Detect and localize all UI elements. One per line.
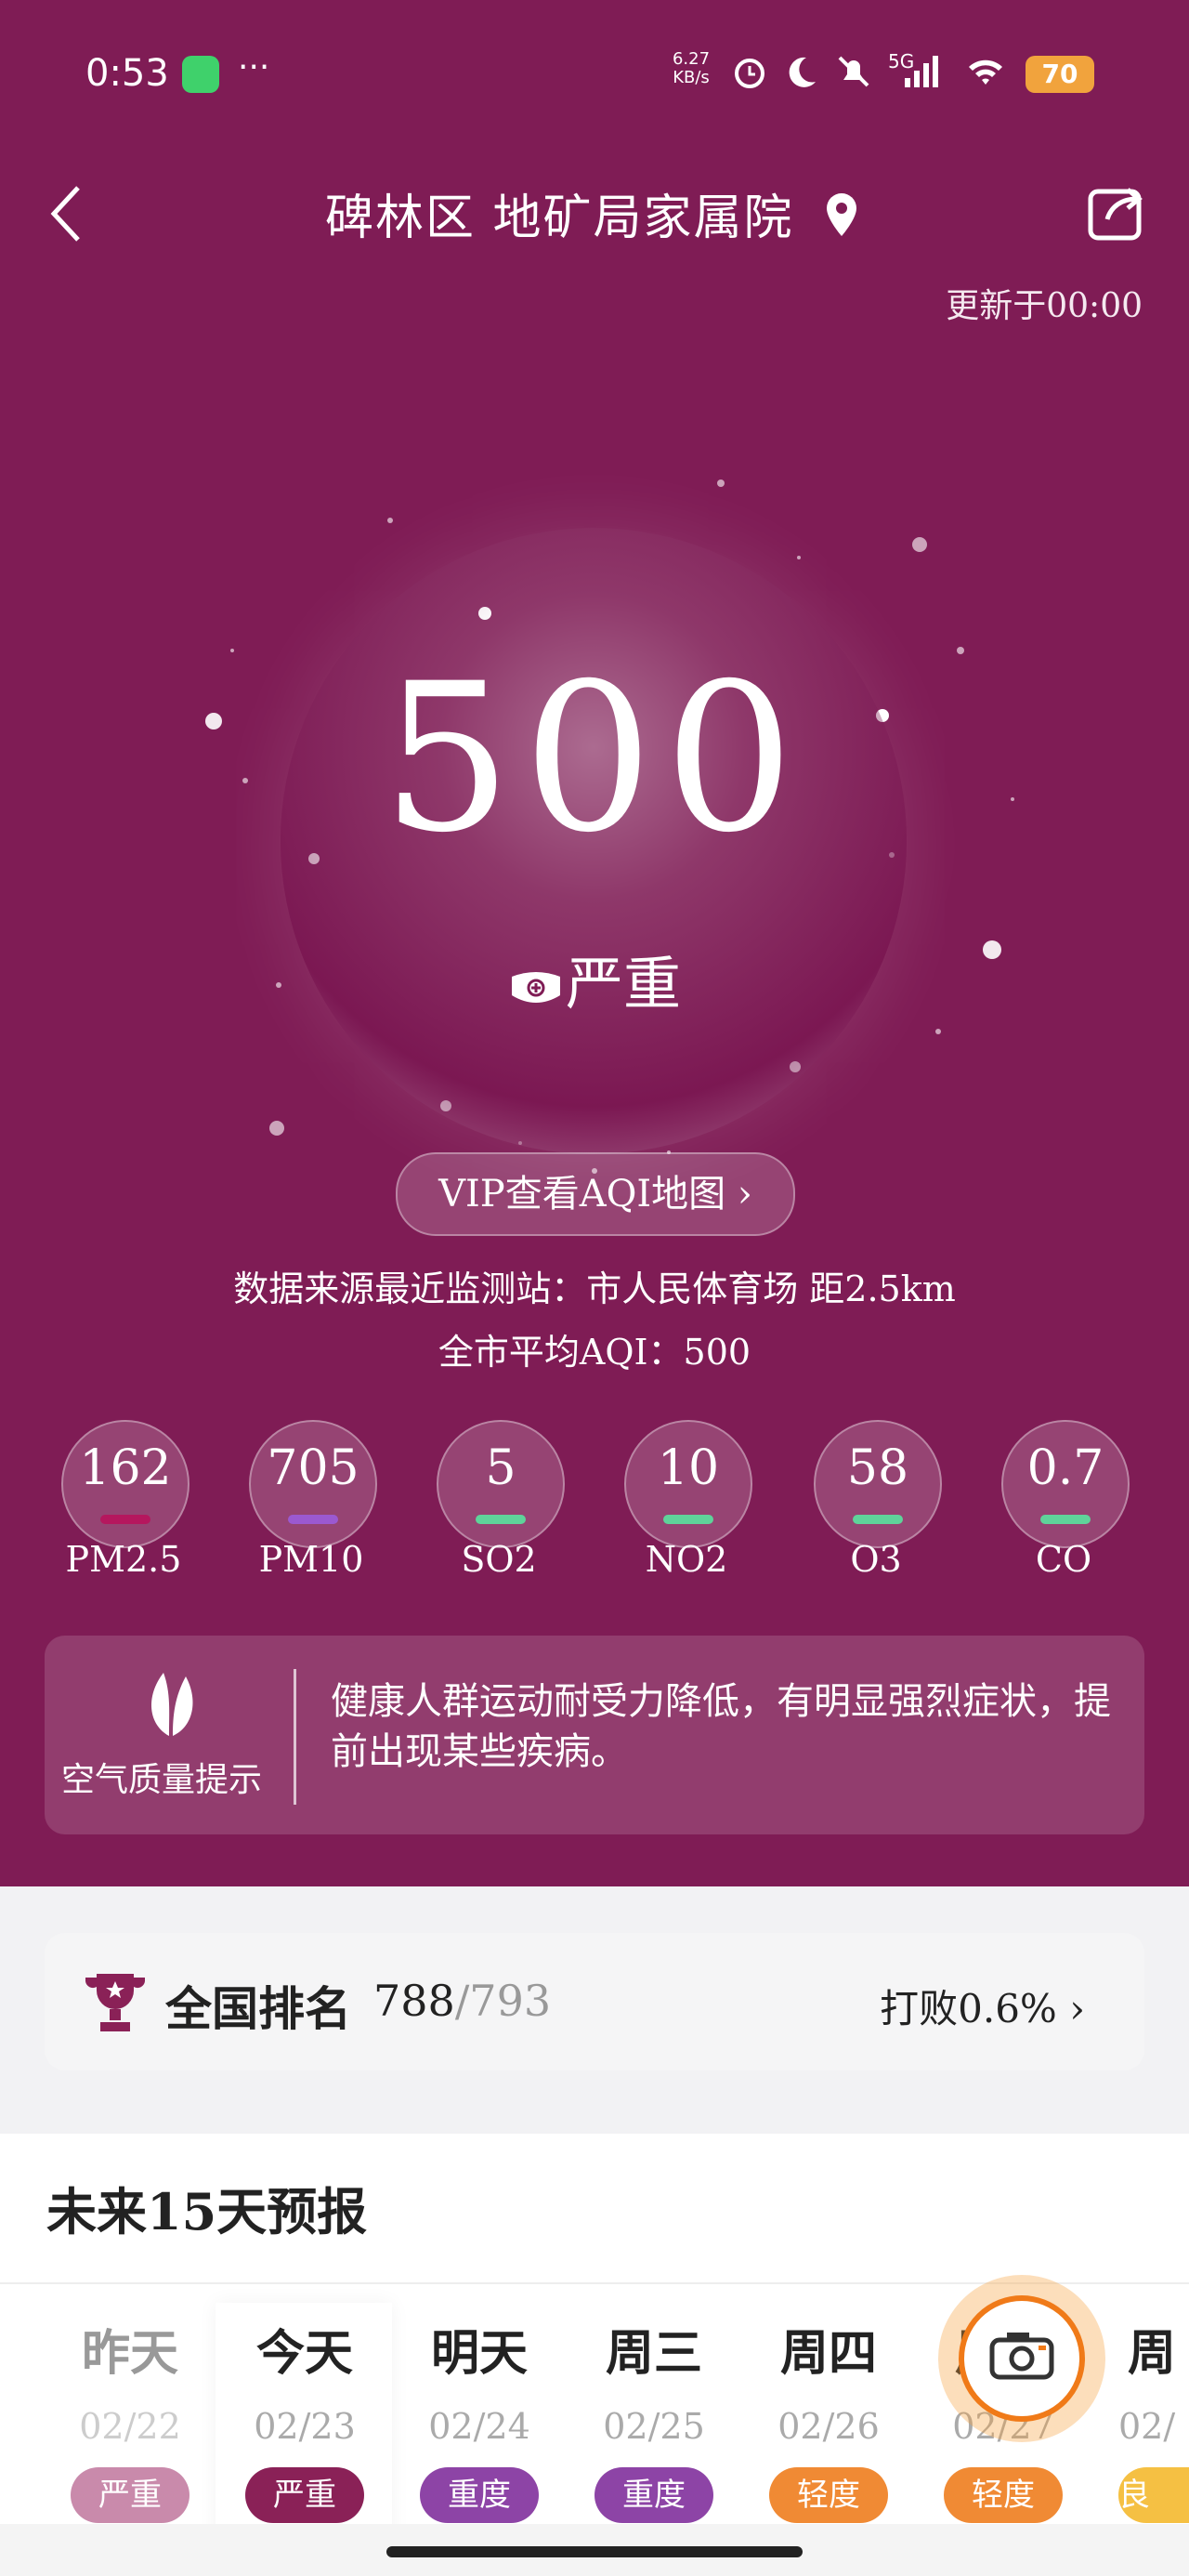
day-date: 02/22 bbox=[79, 2406, 181, 2447]
forecast-title: 未来15天预报 bbox=[46, 2182, 368, 2241]
forecast-day[interactable]: 周四 02/26 轻度 bbox=[741, 2314, 916, 2523]
location-title[interactable]: 碑林区 地矿局家属院 bbox=[325, 178, 794, 248]
camera-button-inner bbox=[959, 2295, 1085, 2422]
data-source: 数据来源最近监测站：市人民体育场 距2.5km bbox=[233, 1268, 956, 1309]
battery-indicator: 70 bbox=[1026, 56, 1094, 93]
day-level-badge: 重度 bbox=[594, 2467, 713, 2523]
aqi-bubble: 500 严重 bbox=[281, 528, 907, 1154]
mute-icon bbox=[838, 56, 869, 87]
day-name: 周 bbox=[1128, 2325, 1177, 2382]
pollutant-so2[interactable]: 5 bbox=[437, 1420, 565, 1548]
rank-beat: 打败0.6% › bbox=[880, 1986, 1085, 2031]
city-average: 全市平均AQI：500 bbox=[438, 1332, 751, 1373]
pollutant-name: CO bbox=[1035, 1539, 1092, 1580]
rank-value: 788/793 bbox=[373, 1976, 551, 2026]
day-name: 周三 bbox=[605, 2325, 702, 2382]
signal-icon bbox=[905, 56, 938, 87]
tip-text: 健康人群运动耐受力降低，有明显强烈症状，提前出现某些疾病。 bbox=[331, 1680, 1111, 1773]
pollutant-pm10[interactable]: 705 bbox=[249, 1420, 377, 1548]
share-icon[interactable] bbox=[1087, 182, 1146, 242]
trophy-icon bbox=[85, 1974, 145, 2031]
camera-icon bbox=[989, 2333, 1054, 2380]
day-level-badge: 良 bbox=[1118, 2467, 1189, 2523]
pollutant-name: PM2.5 bbox=[65, 1539, 182, 1580]
pollutant-value: 0.7 bbox=[1026, 1440, 1104, 1496]
update-time: 更新于00:00 bbox=[946, 287, 1143, 325]
day-name: 今天 bbox=[255, 2325, 353, 2382]
pollutant-bar bbox=[1040, 1515, 1091, 1524]
pollutant-pm25[interactable]: 162 bbox=[61, 1420, 189, 1548]
status-bar: 0:53 ··· 6.27 KB/s 5G 70 bbox=[0, 37, 1189, 112]
air-quality-tip: 空气质量提示 健康人群运动耐受力降低，有明显强烈症状，提前出现某些疾病。 bbox=[45, 1636, 1144, 1834]
tip-label: 空气质量提示 bbox=[61, 1761, 263, 1799]
pollutant-name: PM10 bbox=[258, 1539, 364, 1580]
rank-label: 全国排名 bbox=[165, 1981, 351, 2036]
pollutant-co[interactable]: 0.7 bbox=[1001, 1420, 1130, 1548]
day-level-badge: 严重 bbox=[245, 2467, 364, 2523]
pollutant-bar bbox=[853, 1515, 903, 1524]
tip-divider bbox=[294, 1669, 296, 1805]
aqi-panel: 0:53 ··· 6.27 KB/s 5G 70 碑林区 地矿局家属院 更新于0… bbox=[0, 0, 1189, 1886]
pollutant-value: 5 bbox=[485, 1440, 516, 1496]
more-notifications-icon: ··· bbox=[238, 48, 270, 86]
vip-aqi-map-button[interactable]: VIP查看AQI地图 › bbox=[396, 1152, 795, 1236]
mask-icon bbox=[511, 971, 560, 1003]
day-level-badge: 轻度 bbox=[944, 2467, 1063, 2523]
pollutant-o3[interactable]: 58 bbox=[814, 1420, 942, 1548]
forecast-day[interactable]: 昨天 02/22 严重 bbox=[43, 2314, 217, 2523]
wechat-notification-icon bbox=[182, 56, 219, 93]
pollutant-name: O3 bbox=[850, 1539, 902, 1580]
pollutant-no2[interactable]: 10 bbox=[624, 1420, 752, 1548]
aqi-level-text: 严重 bbox=[565, 950, 681, 1018]
aqi-level: 严重 bbox=[281, 937, 907, 1020]
pollutant-name: NO2 bbox=[645, 1539, 728, 1580]
day-level-badge: 重度 bbox=[420, 2467, 539, 2523]
back-icon[interactable] bbox=[46, 184, 84, 243]
day-name: 周四 bbox=[779, 2325, 877, 2382]
pollutant-bar bbox=[100, 1515, 150, 1524]
network-speed: 6.27 KB/s bbox=[665, 50, 717, 87]
pollutant-value: 162 bbox=[79, 1440, 172, 1496]
national-ranking[interactable]: 全国排名 788/793 打败0.6% › bbox=[45, 1933, 1144, 2070]
day-date: 02/25 bbox=[603, 2406, 705, 2447]
forecast-day[interactable]: 今天 02/23 严重 bbox=[217, 2314, 392, 2523]
leaf-icon bbox=[151, 1673, 193, 1736]
rank-beat-text: 打败0.6% bbox=[880, 1986, 1057, 2031]
location-pin-icon[interactable] bbox=[823, 191, 860, 238]
pollutant-value: 10 bbox=[657, 1440, 720, 1496]
forecast-day[interactable]: 周三 02/25 重度 bbox=[567, 2314, 741, 2523]
day-level-badge: 严重 bbox=[71, 2467, 189, 2523]
forecast-day[interactable]: 明天 02/24 重度 bbox=[392, 2314, 567, 2523]
header: 碑林区 地矿局家属院 bbox=[0, 158, 1189, 269]
forecast-day[interactable]: 周 02/ 良 bbox=[1091, 2314, 1189, 2523]
day-date: 02/24 bbox=[428, 2406, 530, 2447]
day-date: 02/ bbox=[1118, 2406, 1176, 2447]
day-name: 明天 bbox=[430, 2325, 528, 2382]
moon-icon bbox=[789, 57, 816, 87]
status-time: 0:53 bbox=[85, 52, 169, 95]
pollutant-bar bbox=[288, 1515, 338, 1524]
alarm-icon bbox=[735, 59, 764, 88]
speed-unit: KB/s bbox=[673, 68, 710, 87]
speed-value: 6.27 bbox=[672, 49, 711, 69]
day-level-badge: 轻度 bbox=[769, 2467, 888, 2523]
rank-number: 788 bbox=[373, 1976, 455, 2026]
pollutant-bar bbox=[476, 1515, 526, 1524]
day-date: 02/26 bbox=[777, 2406, 880, 2447]
aqi-value: 500 bbox=[382, 639, 805, 877]
wifi-icon bbox=[969, 59, 1002, 85]
day-name: 昨天 bbox=[81, 2325, 178, 2382]
camera-button[interactable] bbox=[938, 2275, 1105, 2442]
home-indicator[interactable] bbox=[386, 2546, 803, 2557]
pollutant-name: SO2 bbox=[461, 1539, 537, 1580]
day-date: 02/23 bbox=[254, 2406, 356, 2447]
rank-total: /793 bbox=[454, 1976, 552, 2026]
pollutant-value: 58 bbox=[846, 1440, 909, 1496]
pollutant-value: 705 bbox=[267, 1440, 359, 1496]
pollutant-bar bbox=[663, 1515, 713, 1524]
